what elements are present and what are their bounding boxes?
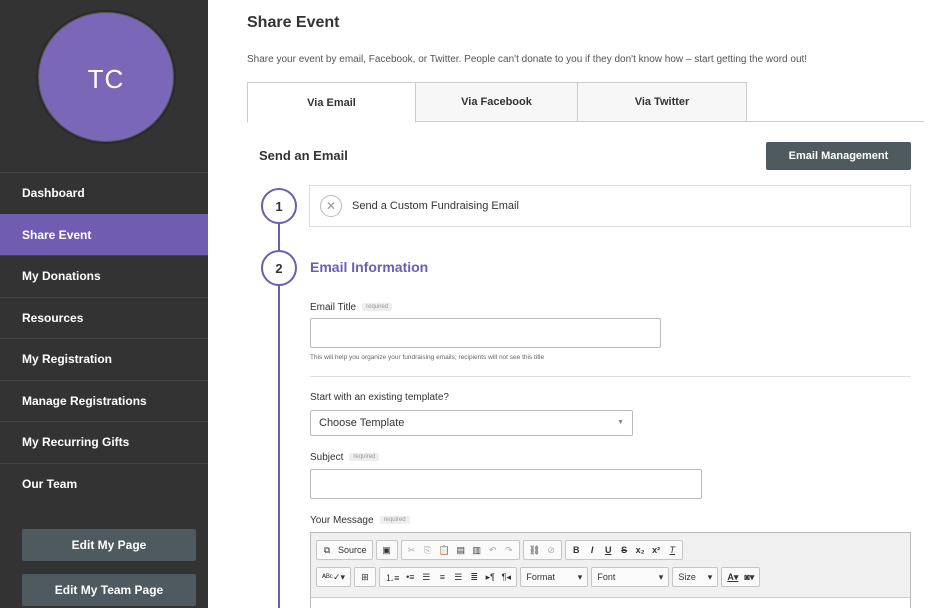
edit-my-team-page-button[interactable]: Edit My Team Page (22, 574, 196, 606)
subject-label: Subject required (310, 452, 380, 463)
subject-text: Subject (310, 452, 344, 463)
font-label: Font (597, 572, 616, 582)
source-group: ⧉ Source (316, 540, 373, 560)
subscript-icon[interactable]: x₂ (633, 542, 647, 558)
message-label: Your Message required (310, 515, 410, 526)
chevron-down-icon: ▼ (617, 419, 624, 426)
align-right-icon[interactable]: ☰ (451, 569, 465, 585)
tab-via-twitter[interactable]: Via Twitter (577, 82, 747, 122)
tab-via-email[interactable]: Via Email (247, 82, 416, 123)
required-badge: required (349, 453, 380, 462)
source-button[interactable]: Source (336, 542, 369, 558)
strikethrough-icon[interactable]: S (617, 542, 631, 558)
ltr-icon[interactable]: ▸¶ (483, 569, 497, 585)
paste-text-icon[interactable]: ▤ (454, 542, 468, 558)
editor-toolbar-row-2: ᴬᴮᶜ✓▾ ⊞ ⒈≡ •≡ ☰ ≡ ☰ ≣ ▸¶ ¶◂ Format ▾ Fon… (316, 567, 761, 587)
sidebar-item-manage-registrations[interactable]: Manage Registrations (0, 379, 208, 422)
undo-icon[interactable]: ↶ (486, 542, 500, 558)
close-icon[interactable]: ✕ (320, 195, 342, 217)
divider (310, 376, 911, 377)
cut-icon[interactable]: ✂ (405, 542, 419, 558)
align-left-icon[interactable]: ☰ (419, 569, 433, 585)
remove-format-icon[interactable]: T (665, 542, 679, 558)
spellcheck-icon[interactable]: ᴬᴮᶜ✓▾ (320, 569, 347, 585)
tab-via-facebook[interactable]: Via Facebook (415, 82, 578, 122)
font-dropdown[interactable]: Font ▾ (591, 567, 670, 587)
link-icon[interactable]: ⛓ (527, 542, 542, 558)
sidebar-item-my-recurring-gifts[interactable]: My Recurring Gifts (0, 421, 208, 463)
sidebar-item-our-team[interactable]: Our Team (0, 462, 208, 505)
paste-word-icon[interactable]: ▥ (470, 542, 484, 558)
email-info-title: Email Information (310, 259, 429, 275)
numbered-list-icon[interactable]: ⒈≡ (383, 569, 401, 585)
table-group: ⊞ (354, 567, 377, 587)
sidebar-item-my-donations[interactable]: My Donations (0, 255, 208, 297)
format-dropdown[interactable]: Format ▾ (520, 567, 589, 587)
email-title-label: Email Title required (310, 302, 393, 313)
send-email-title: Send an Email (259, 148, 348, 163)
step-2-circle: 2 (261, 250, 297, 286)
style-group: B I U S x₂ x² T (565, 540, 684, 560)
paragraph-group: ⒈≡ •≡ ☰ ≡ ☰ ≣ ▸¶ ¶◂ (379, 567, 518, 587)
template-label: Start with an existing template? (310, 392, 449, 403)
image-icon[interactable]: ▣ (380, 542, 394, 558)
text-color-icon[interactable]: A▾ (725, 569, 740, 585)
size-label: Size (678, 572, 696, 582)
redo-icon[interactable]: ↷ (502, 542, 516, 558)
email-title-text: Email Title (310, 302, 357, 313)
custom-email-option[interactable]: ✕ Send a Custom Fundraising Email (309, 185, 911, 227)
underline-icon[interactable]: U (601, 542, 615, 558)
copy-icon[interactable]: ⎘ (421, 542, 435, 558)
required-badge: required (362, 303, 393, 312)
chevron-down-icon: ▾ (577, 571, 583, 582)
link-group: ⛓ ⊘ (522, 540, 563, 560)
italic-icon[interactable]: I (585, 542, 599, 558)
email-management-button[interactable]: Email Management (766, 142, 911, 170)
template-select[interactable]: Choose Template ▼ (310, 410, 633, 436)
source-icon: ⧉ (323, 544, 331, 555)
custom-email-label: Send a Custom Fundraising Email (352, 200, 519, 212)
color-group: A▾ ◙▾ (721, 567, 761, 587)
subject-input[interactable] (310, 469, 702, 499)
chevron-down-icon: ▾ (707, 571, 713, 582)
bulleted-list-icon[interactable]: •≡ (403, 569, 417, 585)
template-select-value: Choose Template (319, 417, 405, 429)
sidebar-item-resources[interactable]: Resources (0, 296, 208, 339)
size-dropdown[interactable]: Size ▾ (672, 567, 719, 587)
share-tabs: Via Email Via Facebook Via Twitter (247, 82, 924, 123)
justify-icon[interactable]: ≣ (467, 569, 481, 585)
editor-body[interactable] (311, 597, 910, 608)
email-title-help: This will help you organize your fundrai… (310, 354, 545, 361)
edit-my-page-button[interactable]: Edit My Page (22, 529, 196, 561)
paste-icon[interactable]: 📋 (437, 542, 452, 558)
sidebar-nav: Dashboard Share Event My Donations Resou… (0, 172, 208, 504)
page-title: Share Event (247, 14, 340, 31)
avatar: TC (36, 10, 176, 144)
step-1-circle: 1 (261, 188, 297, 224)
bold-icon[interactable]: B (569, 542, 583, 558)
unlink-icon[interactable]: ⊘ (544, 542, 558, 558)
email-title-input[interactable] (310, 318, 661, 348)
sidebar-item-share-event[interactable]: Share Event (0, 213, 208, 255)
clipboard-group: ✂ ⎘ 📋 ▤ ▥ ↶ ↷ (400, 540, 520, 560)
sidebar: TC Dashboard Share Event My Donations Re… (0, 0, 208, 608)
required-badge: required (379, 516, 410, 525)
sidebar-item-my-registration[interactable]: My Registration (0, 338, 208, 380)
page-description: Share your event by email, Facebook, or … (247, 54, 808, 65)
rtl-icon[interactable]: ¶◂ (499, 569, 513, 585)
format-label: Format (526, 572, 555, 582)
superscript-icon[interactable]: x² (649, 542, 663, 558)
align-center-icon[interactable]: ≡ (435, 569, 449, 585)
message-text: Your Message (310, 515, 374, 526)
chevron-down-icon: ▾ (658, 571, 664, 582)
main-content: Share Event Share your event by email, F… (247, 0, 937, 608)
editor-toolbar-row-1: ⧉ Source ▣ ✂ ⎘ 📋 ▤ ▥ ↶ ↷ ⛓ ⊘ B I U S x₂ … (316, 540, 684, 560)
avatar-initials: TC (87, 64, 125, 94)
table-icon[interactable]: ⊞ (358, 569, 372, 585)
background-color-icon[interactable]: ◙▾ (742, 569, 756, 585)
spellcheck-group: ᴬᴮᶜ✓▾ (316, 567, 352, 587)
image-group: ▣ (375, 540, 398, 560)
rich-text-editor: ⧉ Source ▣ ✂ ⎘ 📋 ▤ ▥ ↶ ↷ ⛓ ⊘ B I U S x₂ … (310, 532, 911, 608)
sidebar-item-dashboard[interactable]: Dashboard (0, 172, 208, 214)
